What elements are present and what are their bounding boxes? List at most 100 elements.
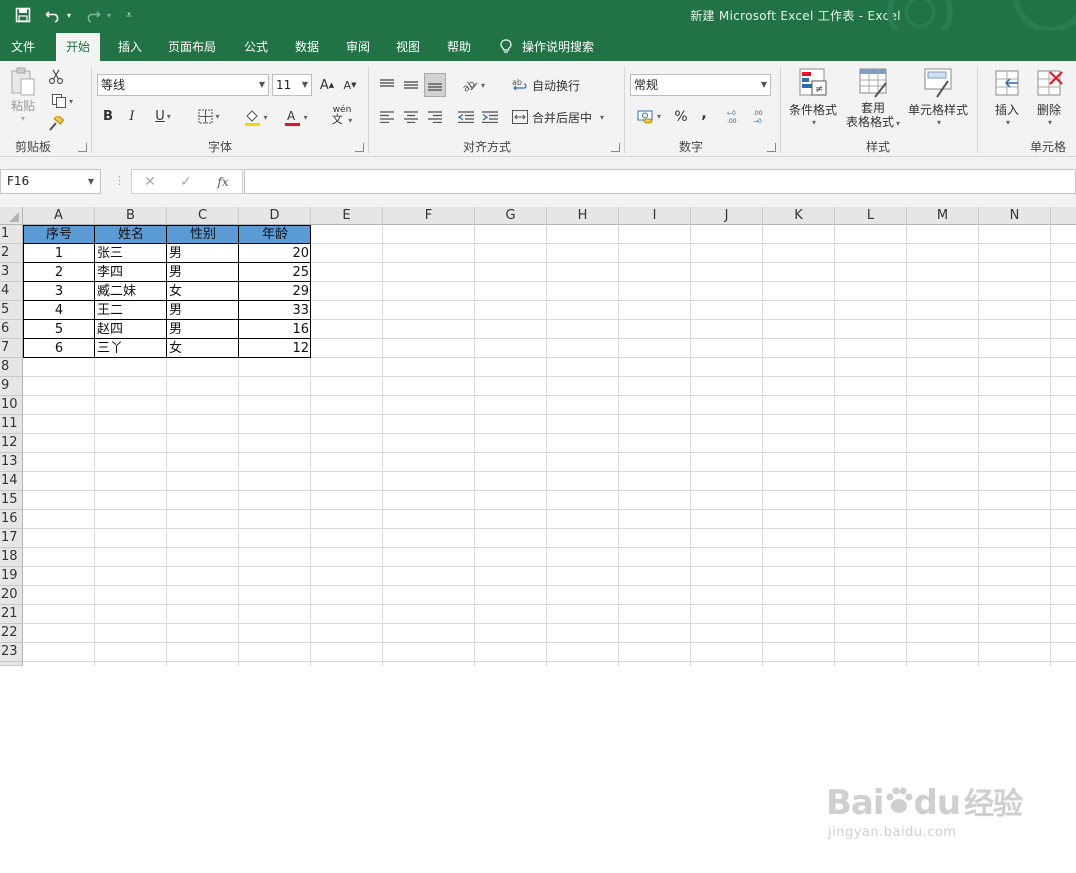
merge-center-button[interactable]: 合并后居中 ▾	[512, 106, 614, 128]
worksheet-grid[interactable]: A B C D E F G H I J K L M N 1 2 3 4 5 6 …	[0, 207, 1076, 840]
row-header[interactable]: 1	[0, 225, 23, 244]
table-cell[interactable]: 29	[239, 282, 311, 301]
fill-color-button[interactable]: ▾	[240, 106, 272, 128]
row-header[interactable]: 12	[0, 434, 23, 453]
row-header[interactable]	[0, 662, 23, 666]
table-cell[interactable]: 20	[239, 244, 311, 263]
align-middle-icon[interactable]	[400, 74, 422, 96]
row-header[interactable]: 11	[0, 415, 23, 434]
column-header-b[interactable]: B	[95, 207, 167, 225]
row-header[interactable]: 7	[0, 339, 23, 358]
table-cell[interactable]: 33	[239, 301, 311, 320]
tab-home[interactable]: 开始	[56, 33, 101, 61]
row-header[interactable]: 23	[0, 643, 23, 662]
italic-button[interactable]: I	[123, 106, 141, 126]
align-right-icon[interactable]	[424, 107, 446, 127]
row-header[interactable]: 13	[0, 453, 23, 472]
row-header[interactable]: 22	[0, 624, 23, 643]
accounting-format-button[interactable]: ▾	[631, 105, 667, 127]
table-cell[interactable]: 4	[23, 301, 95, 320]
select-all-corner[interactable]	[0, 207, 23, 225]
table-cell[interactable]: 赵四	[95, 320, 167, 339]
row-header[interactable]: 17	[0, 529, 23, 548]
cell-c1[interactable]: 性别	[167, 225, 239, 244]
increase-font-button[interactable]: A ▲	[318, 75, 336, 95]
tab-help[interactable]: 帮助	[437, 33, 481, 61]
cancel-icon[interactable]: ✕	[140, 173, 160, 191]
table-cell[interactable]: 女	[167, 282, 239, 301]
row-header[interactable]: 9	[0, 377, 23, 396]
tell-me-search[interactable]: 操作说明搜索	[494, 33, 604, 61]
name-box[interactable]: F16 ▼	[0, 169, 101, 194]
copy-button[interactable]: ▾	[46, 91, 78, 111]
column-header-n[interactable]: N	[979, 207, 1051, 225]
enter-icon[interactable]: ✓	[176, 173, 196, 191]
table-cell[interactable]: 男	[167, 244, 239, 263]
row-header[interactable]: 2	[0, 244, 23, 263]
comma-button[interactable]: ,	[697, 103, 711, 125]
format-painter-icon[interactable]	[46, 114, 66, 134]
cut-icon[interactable]	[46, 67, 66, 87]
formula-input[interactable]	[244, 169, 1076, 194]
table-cell[interactable]: 男	[167, 301, 239, 320]
row-header[interactable]: 10	[0, 396, 23, 415]
font-name-box[interactable]: 等线 ▼	[97, 74, 269, 96]
row-header[interactable]: 16	[0, 510, 23, 529]
insert-cells-button[interactable]: 插入 ▾	[988, 67, 1026, 133]
table-cell[interactable]: 张三	[95, 244, 167, 263]
row-header[interactable]: 20	[0, 586, 23, 605]
tab-review[interactable]: 审阅	[336, 33, 380, 61]
row-header[interactable]: 14	[0, 472, 23, 491]
format-as-table-button[interactable]: 套用 表格格式 ▾	[843, 67, 903, 133]
table-cell[interactable]: 男	[167, 320, 239, 339]
table-cell[interactable]: 臧二妹	[95, 282, 167, 301]
tab-insert[interactable]: 插入	[108, 33, 152, 61]
decrease-font-button[interactable]: A ▼	[341, 75, 359, 95]
table-cell[interactable]: 王二	[95, 301, 167, 320]
increase-decimal-icon[interactable]: ←0.00	[724, 107, 746, 127]
conditional-formatting-button[interactable]: ≠ 条件格式 ▾	[786, 67, 840, 133]
table-cell[interactable]: 1	[23, 244, 95, 263]
table-cell[interactable]: 16	[239, 320, 311, 339]
decrease-indent-icon[interactable]	[455, 107, 477, 127]
tab-data[interactable]: 数据	[285, 33, 329, 61]
column-header-j[interactable]: J	[691, 207, 763, 225]
number-launcher-icon[interactable]	[767, 143, 776, 152]
tab-formulas[interactable]: 公式	[234, 33, 278, 61]
row-header[interactable]: 5	[0, 301, 23, 320]
wrap-text-button[interactable]: ab 自动换行	[512, 74, 584, 96]
tab-file[interactable]: 文件	[1, 33, 45, 61]
paste-button[interactable]: 粘贴 ▾	[6, 67, 40, 123]
font-color-button[interactable]: A ▾	[280, 106, 312, 128]
cell-d1[interactable]: 年龄	[239, 225, 311, 244]
row-header[interactable]: 19	[0, 567, 23, 586]
column-header-m[interactable]: M	[907, 207, 979, 225]
table-cell[interactable]: 三丫	[95, 339, 167, 358]
table-cell[interactable]: 5	[23, 320, 95, 339]
row-header[interactable]: 4	[0, 282, 23, 301]
increase-indent-icon[interactable]	[479, 107, 501, 127]
table-cell[interactable]: 25	[239, 263, 311, 282]
table-cell[interactable]: 3	[23, 282, 95, 301]
align-center-icon[interactable]	[400, 107, 422, 127]
phonetic-button[interactable]: wén 文 ▾	[325, 103, 359, 127]
row-header[interactable]: 3	[0, 263, 23, 282]
font-size-box[interactable]: 11 ▼	[272, 74, 312, 96]
table-cell[interactable]: 女	[167, 339, 239, 358]
table-cell[interactable]: 李四	[95, 263, 167, 282]
alignment-launcher-icon[interactable]	[611, 143, 620, 152]
row-header[interactable]: 21	[0, 605, 23, 624]
column-header-l[interactable]: L	[835, 207, 907, 225]
tab-view[interactable]: 视图	[386, 33, 430, 61]
column-header-h[interactable]: H	[547, 207, 619, 225]
cell-a1[interactable]: 序号	[23, 225, 95, 244]
borders-button[interactable]: ▾	[193, 106, 225, 126]
cell-styles-button[interactable]: 单元格样式 ▾	[905, 67, 971, 133]
insert-function-button[interactable]: fx	[212, 173, 234, 191]
column-header-i[interactable]: I	[619, 207, 691, 225]
align-bottom-icon[interactable]	[424, 73, 446, 97]
row-header[interactable]: 6	[0, 320, 23, 339]
align-left-icon[interactable]	[376, 107, 398, 127]
column-header-g[interactable]: G	[475, 207, 547, 225]
clipboard-launcher-icon[interactable]	[78, 143, 87, 152]
